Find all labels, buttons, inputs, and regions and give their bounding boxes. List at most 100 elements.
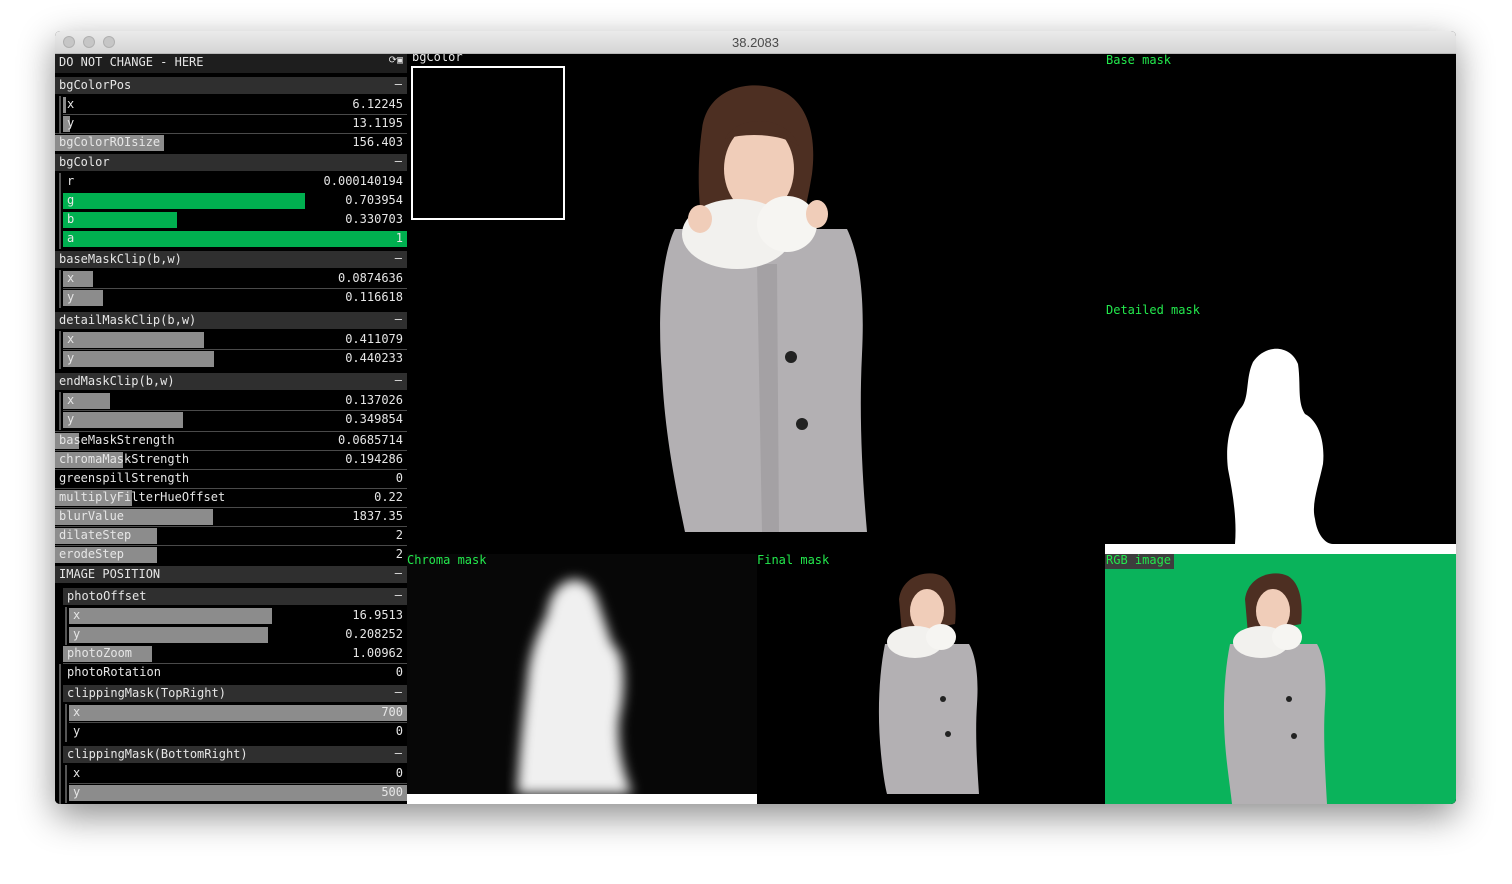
basemaskclip-y-value: 0.116618 bbox=[345, 290, 403, 304]
content-area: DO NOT CHANGE - HERE ⟳▣ bgColorPos – x 6.1224… bbox=[55, 54, 1456, 804]
cliptopright-x[interactable]: x 700 bbox=[69, 704, 407, 722]
photooffset-y-label: y bbox=[73, 627, 81, 641]
minimize-icon[interactable]: – bbox=[395, 373, 402, 387]
basemaskclip-y-label: y bbox=[67, 290, 75, 304]
bgcolor-b[interactable]: b 0.330703 bbox=[63, 211, 407, 229]
main-photo-view: bgColor bbox=[407, 54, 1104, 554]
gui-title: DO NOT CHANGE - HERE bbox=[59, 55, 204, 69]
slider-multiplyfilterhueoffset[interactable]: multiplyFilterHueOffset 0.22 bbox=[55, 489, 407, 507]
group-clip-bottomright[interactable]: clippingMask(BottomRight) – bbox=[63, 746, 407, 765]
bgcolor-r-value: 0.000140194 bbox=[323, 174, 403, 188]
detailmaskclip-x-value: 0.411079 bbox=[345, 332, 403, 346]
bgcolor-g-fill bbox=[63, 193, 306, 209]
group-endmaskclip-label: endMaskClip(b,w) bbox=[59, 374, 175, 388]
minimize-icon[interactable]: – bbox=[395, 685, 402, 699]
minimize-icon[interactable]: – bbox=[395, 154, 402, 168]
bgcolor-b-label: b bbox=[67, 212, 75, 226]
minimize-icon[interactable]: – bbox=[395, 77, 402, 91]
rgb-image-view: RGB image bbox=[1105, 554, 1456, 804]
bgcolorpos-x-value: 6.12245 bbox=[352, 97, 403, 111]
group-photooffset-label: photoOffset bbox=[67, 589, 147, 603]
group-guide bbox=[59, 392, 61, 430]
bgcolor-r-label: r bbox=[67, 174, 75, 188]
basemaskclip-y[interactable]: y 0.116618 bbox=[63, 289, 407, 307]
clipbottomright-x[interactable]: x0 bbox=[69, 765, 407, 783]
bgcolorpos-y[interactable]: y 13.1195 bbox=[63, 115, 407, 133]
cliptopright-y[interactable]: y0 bbox=[69, 723, 407, 741]
detailed-mask-silhouette bbox=[1105, 348, 1456, 554]
photooffset-y-value: 0.208252 bbox=[345, 627, 403, 641]
photooffset-x-value: 16.9513 bbox=[352, 608, 403, 622]
photooffset-y-fill bbox=[69, 627, 269, 643]
slider-multiplyfilterhueoffset-label: multiplyFilterHueOffset bbox=[59, 490, 226, 504]
detailmaskclip-y[interactable]: y 0.440233 bbox=[63, 350, 407, 368]
slider-chromamaskstrength[interactable]: chromaMaskStrength 0.194286 bbox=[55, 451, 407, 469]
photozoom-slider[interactable]: photoZoom 1.00962 bbox=[63, 645, 407, 663]
slider-blurvalue[interactable]: blurValue 1837.35 bbox=[55, 508, 407, 526]
slider-basemaskstrength[interactable]: baseMaskStrength 0.0685714 bbox=[55, 432, 407, 450]
group-clip-topright[interactable]: clippingMask(TopRight) – bbox=[63, 685, 407, 704]
group-basemaskclip[interactable]: baseMaskClip(b,w) – bbox=[55, 251, 407, 270]
detailmaskclip-y-value: 0.440233 bbox=[345, 351, 403, 365]
minimize-icon[interactable]: – bbox=[395, 312, 402, 326]
detailmaskclip-x[interactable]: x 0.411079 bbox=[63, 331, 407, 349]
endmaskclip-y[interactable]: y 0.349854 bbox=[63, 411, 407, 429]
slider-erodestep-label: erodeStep bbox=[59, 547, 125, 561]
clipbottomright-y-value: 500 bbox=[381, 785, 403, 799]
basemaskclip-x[interactable]: x 0.0874636 bbox=[63, 270, 407, 288]
basemaskclip-x-label: x bbox=[67, 271, 75, 285]
endmaskclip-x[interactable]: x 0.137026 bbox=[63, 392, 407, 410]
bgcolorpos-y-value: 13.1195 bbox=[352, 116, 403, 130]
rgb-image-label: RGB image bbox=[1105, 554, 1175, 569]
bgcolor-b-value: 0.330703 bbox=[345, 212, 403, 226]
bgcolorroisize-slider[interactable]: bgColorROIsize 156.403 bbox=[55, 134, 407, 152]
photooffset-y[interactable]: y 0.208252 bbox=[69, 626, 407, 644]
slider-erodestep-value: 2 bbox=[395, 547, 403, 561]
cliptopright-y-value: 0 bbox=[395, 724, 403, 738]
group-guide bbox=[59, 96, 61, 134]
detailmaskclip-y-fill bbox=[63, 351, 215, 367]
final-mask-view: Final mask bbox=[757, 554, 1105, 804]
bgcolorpos-x[interactable]: x 6.12245 bbox=[63, 96, 407, 114]
minimize-icon[interactable]: – bbox=[395, 251, 402, 265]
refresh-save-icons[interactable]: ⟳▣ bbox=[389, 55, 403, 66]
bgcolor-g[interactable]: g 0.703954 bbox=[63, 192, 407, 210]
save-icon[interactable]: ▣ bbox=[397, 55, 403, 66]
photozoom-slider-label: photoZoom bbox=[67, 646, 133, 660]
bgcolor-r[interactable]: r 0.000140194 bbox=[63, 173, 407, 191]
minimize-icon[interactable]: – bbox=[395, 588, 402, 602]
gui-panel: DO NOT CHANGE - HERE ⟳▣ bgColorPos – x 6.1224… bbox=[55, 54, 407, 804]
chroma-mask-blur bbox=[407, 579, 757, 804]
photorotation-slider[interactable]: photoRotation 0 bbox=[63, 664, 407, 682]
slider-dilatestep-label: dilateStep bbox=[59, 528, 132, 542]
group-bgcolor[interactable]: bgColor – bbox=[55, 154, 407, 173]
group-clip-topright-label: clippingMask(TopRight) bbox=[67, 686, 226, 700]
minimize-icon[interactable]: – bbox=[395, 746, 402, 760]
group-image-position-label: IMAGE POSITION bbox=[59, 567, 161, 581]
group-endmaskclip[interactable]: endMaskClip(b,w) – bbox=[55, 373, 407, 392]
refresh-icon[interactable]: ⟳ bbox=[389, 55, 397, 66]
slider-blurvalue-value: 1837.35 bbox=[352, 509, 403, 523]
group-image-position[interactable]: IMAGE POSITION – bbox=[55, 566, 407, 585]
slider-greenspillstrength[interactable]: greenspillStrength 0 bbox=[55, 470, 407, 488]
group-guide bbox=[59, 270, 61, 308]
group-detailmaskclip-label: detailMaskClip(b,w) bbox=[59, 313, 197, 327]
group-bgcolorpos[interactable]: bgColorPos – bbox=[55, 77, 407, 96]
clipbottomright-y[interactable]: y 500 bbox=[69, 784, 407, 802]
group-guide bbox=[65, 704, 67, 742]
rgb-image-photo bbox=[1223, 573, 1327, 804]
slider-dilatestep[interactable]: dilateStep 2 bbox=[55, 527, 407, 545]
endmaskclip-y-label: y bbox=[67, 412, 75, 426]
bgcolor-a-label: a bbox=[67, 231, 75, 245]
cliptopright-x-value: 700 bbox=[381, 705, 403, 719]
girl-photo bbox=[660, 85, 867, 532]
photorotation-slider-value: 0 bbox=[395, 665, 403, 679]
bgcolor-a[interactable]: a1 bbox=[63, 230, 407, 248]
clipbottomright-x-label: x bbox=[73, 766, 81, 780]
slider-erodestep[interactable]: erodeStep 2 bbox=[55, 546, 407, 564]
group-clip-bottomright-label: clippingMask(BottomRight) bbox=[67, 747, 248, 761]
photooffset-x[interactable]: x 16.9513 bbox=[69, 607, 407, 625]
group-detailmaskclip[interactable]: detailMaskClip(b,w) – bbox=[55, 312, 407, 331]
minimize-icon[interactable]: – bbox=[395, 566, 402, 580]
group-photooffset[interactable]: photoOffset – bbox=[63, 588, 407, 607]
